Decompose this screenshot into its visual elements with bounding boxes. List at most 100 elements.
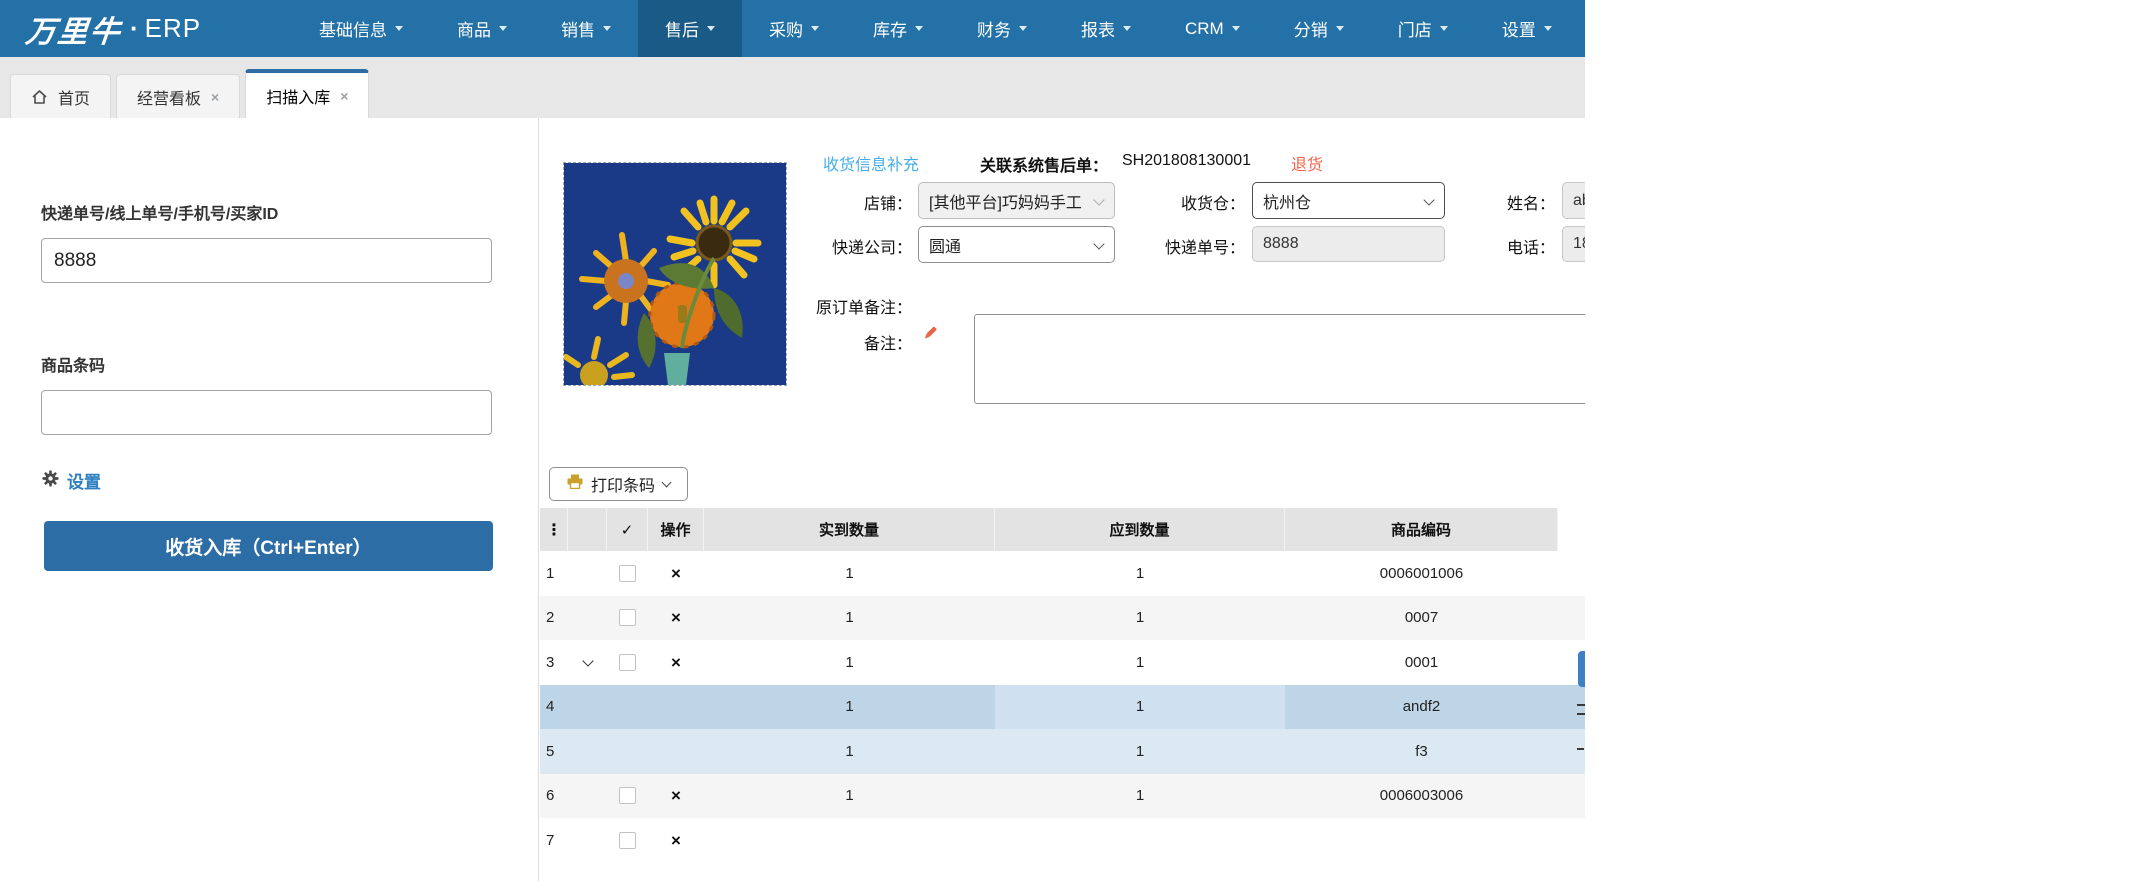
remove-row-icon[interactable]: × — [671, 832, 681, 849]
product-code-cell: andf2 — [1402, 698, 1441, 716]
receive-info-supplement-link[interactable]: 收货信息补充 — [823, 151, 919, 175]
remove-row-icon[interactable]: × — [671, 565, 681, 582]
expected-qty-cell — [995, 818, 1285, 863]
express-company-select[interactable]: 圆通 — [918, 226, 1115, 263]
nav-item-财务[interactable]: 财务 — [950, 0, 1054, 57]
chevron-down-icon — [1543, 26, 1552, 31]
nav-item-label: 库存 — [873, 21, 907, 40]
name-label: 姓名： — [1506, 196, 1555, 213]
shop-label: 店铺： — [863, 196, 912, 213]
expected-qty-cell: 1 — [1135, 742, 1145, 760]
warehouse-label: 收货仓： — [1180, 196, 1245, 213]
table-row[interactable]: 5 1 1 f3 — [540, 729, 1585, 774]
erp-app: 万里牛 · ERP 基础信息 商品 销售 售后 采购 库存 财务 报表 CRM 分销 门店 设置 首页… — [0, 0, 2151, 881]
tab-经营看板[interactable]: 经营看板 × — [116, 74, 241, 118]
nav-item-label: 基础信息 — [319, 21, 387, 40]
nav-item-label: 销售 — [561, 21, 595, 40]
brand-suffix: ERP — [144, 13, 202, 43]
nav-item-售后[interactable]: 售后 — [638, 0, 742, 57]
chevron-down-icon — [661, 477, 672, 488]
table-row[interactable]: 2 × 1 1 0007 — [540, 595, 1585, 641]
row-checkbox[interactable] — [619, 609, 636, 627]
phone-field — [1562, 226, 1585, 262]
receive-inbound-button[interactable]: 收货入库（Ctrl+Enter） — [44, 521, 493, 571]
operation-cell: × — [648, 596, 704, 641]
nav-item-销售[interactable]: 销售 — [534, 0, 638, 57]
print-barcode-button[interactable]: 打印条码 — [549, 467, 688, 501]
nav-item-采购[interactable]: 采购 — [742, 0, 846, 57]
table-row[interactable]: 4 1 1 andf2 — [540, 684, 1585, 730]
edit-pencil-icon[interactable] — [921, 324, 939, 347]
expected-qty-cell: 1 — [1135, 653, 1145, 671]
row-checkbox[interactable] — [619, 787, 636, 805]
row-checkbox[interactable] — [619, 831, 636, 849]
actual-qty-cell: 1 — [845, 787, 854, 805]
row-checkbox[interactable] — [619, 653, 636, 671]
close-icon[interactable]: × — [340, 88, 348, 104]
checkbox-cell — [607, 596, 648, 641]
expected-qty-cell: 1 — [1135, 564, 1145, 582]
clipped-blue-button-fragment — [1578, 651, 1585, 687]
scan-input[interactable] — [41, 238, 492, 283]
remark-textarea[interactable] — [974, 314, 1585, 404]
row-checkbox[interactable] — [619, 564, 636, 582]
express-company-label: 快递公司： — [831, 240, 912, 257]
expand-cell — [568, 774, 607, 819]
expected-qty-cell: 1 — [995, 684, 1285, 729]
table-row[interactable]: 6 × 1 1 0006003006 — [540, 773, 1585, 819]
barcode-input[interactable] — [41, 390, 492, 435]
row-number: 5 — [546, 742, 555, 760]
remark-label: 备注： — [863, 336, 912, 353]
actual-qty-cell: 1 — [845, 564, 854, 582]
table-row[interactable]: 1 × 1 1 0006001006 — [540, 551, 1585, 596]
nav-item-报表[interactable]: 报表 — [1054, 0, 1158, 57]
clipped-text-fragment — [1577, 748, 1584, 755]
nav-item-label: 分销 — [1293, 21, 1328, 40]
gear-icon — [41, 469, 60, 493]
tab-扫描入库[interactable]: 扫描入库 × — [245, 69, 370, 118]
table-body: 1 × 1 1 0006001006 2 × 1 1 0007 3 × 1 1 0001 4 1 1 andf2 5 1… — [540, 551, 1585, 863]
header-actual-qty: 实到数量 — [704, 508, 995, 551]
remove-row-icon[interactable]: × — [671, 609, 681, 626]
chevron-down-icon — [1335, 26, 1344, 31]
nav-item-商品[interactable]: 商品 — [430, 0, 534, 57]
nav-item-门店[interactable]: 门店 — [1371, 0, 1475, 57]
tab-bar: 首页 经营看板 × 扫描入库 × — [0, 57, 1585, 118]
remove-row-icon[interactable]: × — [671, 654, 681, 671]
row-number: 3 — [546, 653, 555, 671]
operation-cell: × — [648, 551, 704, 596]
nav-item-label: 设置 — [1501, 21, 1536, 40]
expand-cell — [568, 818, 607, 863]
warehouse-select[interactable]: 杭州仓 — [1252, 182, 1445, 219]
operation-cell — [648, 685, 704, 730]
actual-qty-cell: 1 — [845, 653, 854, 671]
chevron-down-icon — [1423, 194, 1435, 206]
row-number: 6 — [546, 787, 555, 805]
brand-logo[interactable]: 万里牛 · ERP — [0, 0, 201, 57]
nav-item-CRM[interactable]: CRM — [1158, 0, 1267, 57]
chevron-down-icon — [1093, 194, 1105, 206]
return-link[interactable]: 退货 — [1291, 151, 1323, 175]
nav-item-基础信息[interactable]: 基础信息 — [292, 0, 430, 57]
blank-cell — [1558, 774, 1585, 819]
nav-item-label: 采购 — [769, 21, 803, 40]
chevron-down-icon — [603, 26, 611, 31]
row-number: 2 — [546, 609, 555, 627]
expand-cell — [568, 551, 607, 596]
nav-item-设置[interactable]: 设置 — [1475, 0, 1579, 57]
shop-select: [其他平台]巧妈妈手工 — [918, 182, 1115, 219]
header-operation: 操作 — [648, 508, 704, 551]
settings-link[interactable]: 设置 — [41, 468, 101, 493]
barcode-input-label: 商品条码 — [41, 358, 106, 375]
expected-qty-cell: 1 — [1135, 787, 1145, 805]
actual-qty-cell — [704, 818, 995, 863]
chevron-down-icon — [707, 26, 715, 31]
nav-item-分销[interactable]: 分销 — [1267, 0, 1371, 57]
remove-row-icon[interactable]: × — [671, 787, 681, 804]
chevron-down-icon[interactable] — [581, 655, 594, 667]
tab-首页[interactable]: 首页 — [10, 74, 112, 118]
table-row[interactable]: 3 × 1 1 0001 — [540, 640, 1585, 685]
close-icon[interactable]: × — [211, 89, 219, 105]
nav-item-库存[interactable]: 库存 — [846, 0, 950, 57]
table-row[interactable]: 7 × — [540, 818, 1585, 863]
